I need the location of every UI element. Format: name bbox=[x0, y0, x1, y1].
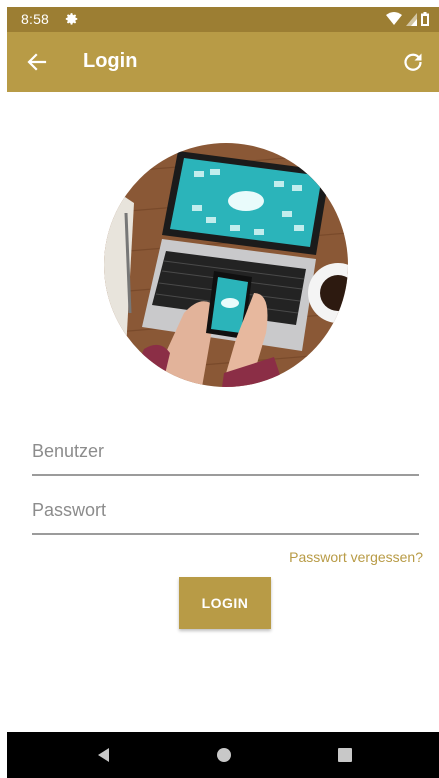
battery-icon bbox=[421, 12, 429, 26]
signal-icon bbox=[406, 12, 417, 26]
app-screen: 8:58 Login Benutzer Passwort vergessen? … bbox=[7, 7, 439, 778]
password-input[interactable] bbox=[32, 491, 419, 529]
recents-square-icon[interactable] bbox=[336, 746, 354, 764]
arrow-left-icon[interactable] bbox=[25, 50, 49, 74]
forgot-password-link[interactable]: Passwort vergessen? bbox=[289, 549, 423, 565]
back-triangle-icon[interactable] bbox=[95, 746, 113, 764]
navigation-bar bbox=[7, 732, 439, 778]
home-circle-icon[interactable] bbox=[215, 746, 233, 764]
refresh-icon[interactable] bbox=[401, 50, 425, 74]
status-time: 8:58 bbox=[21, 11, 50, 27]
status-bar: 8:58 bbox=[7, 7, 439, 32]
laptop-photo-illustration bbox=[104, 143, 348, 387]
system-icons bbox=[386, 12, 429, 26]
page-title: Login bbox=[83, 50, 138, 72]
settings-icon bbox=[65, 13, 78, 25]
hero-image bbox=[104, 143, 348, 387]
username-input[interactable] bbox=[32, 432, 419, 470]
wifi-icon bbox=[386, 12, 402, 25]
app-bar: Login bbox=[7, 32, 439, 92]
password-field[interactable] bbox=[32, 491, 419, 535]
username-field[interactable] bbox=[32, 432, 419, 476]
login-button[interactable]: LOGIN bbox=[179, 577, 271, 629]
